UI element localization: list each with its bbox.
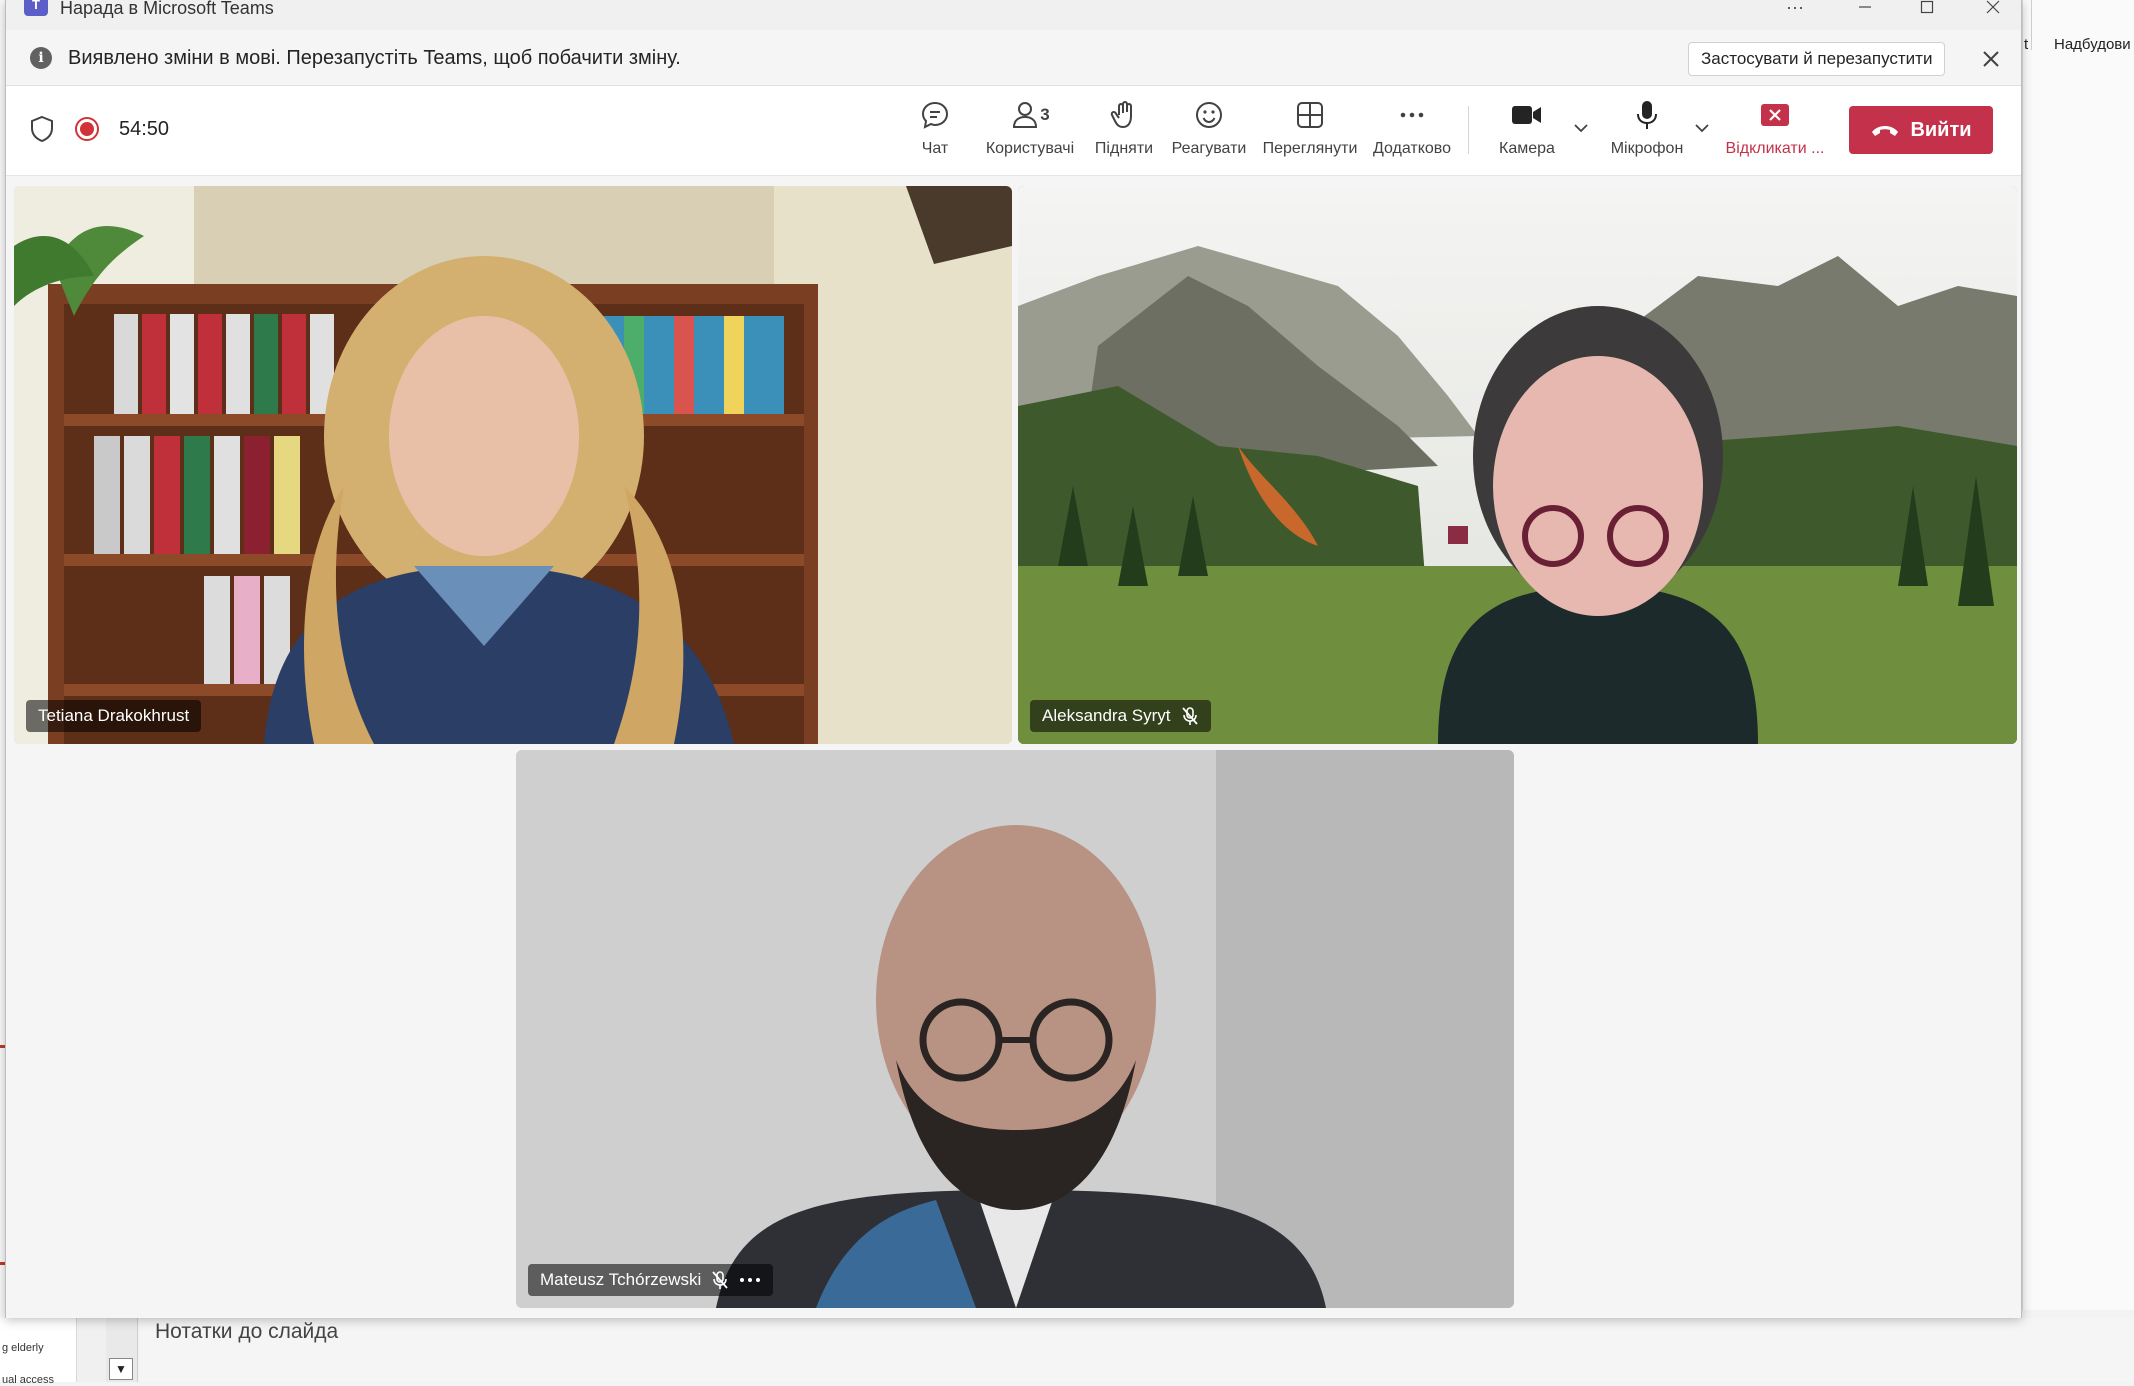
meeting-toolbar: 54:50 Чат 3 Користувачі Підняти Реагуват… <box>6 86 2021 176</box>
banner-message: Виявлено зміни в мові. Перезапустіть Tea… <box>68 47 681 69</box>
raise-hand-label: Підняти <box>1094 140 1154 157</box>
ribbon-fragment: t <box>2024 36 2029 53</box>
more-options-icon[interactable]: ··· <box>1772 0 1818 22</box>
recording-icon <box>74 116 100 142</box>
participant-name: Aleksandra Syryt <box>1042 706 1171 725</box>
microphone-icon <box>1630 98 1664 132</box>
stop-share-icon <box>1758 98 1792 132</box>
minimize-button[interactable] <box>1842 0 1888 22</box>
raise-hand-button[interactable]: Підняти <box>1088 98 1160 168</box>
camera-options-chevron-icon[interactable] <box>1571 118 1591 138</box>
participant-video-feed <box>1018 186 2017 744</box>
people-label: Користувачі <box>985 140 1075 157</box>
camera-button[interactable]: Камера <box>1492 98 1562 168</box>
microphone-options-chevron-icon[interactable] <box>1692 118 1712 138</box>
participant-count: 3 <box>1040 105 1050 124</box>
participant-name-tag: Tetiana Drakokhrust <box>26 700 202 732</box>
toolbar-divider <box>1468 106 1469 154</box>
view-label: Переглянути <box>1262 140 1358 157</box>
video-stage: Tetiana Drakokhrust Aleksandra Syryt Mat… <box>6 176 2021 1318</box>
ribbon-divider <box>2031 0 2032 50</box>
participant-video-tile[interactable]: Aleksandra Syryt <box>1018 186 2017 744</box>
info-icon: i <box>30 47 52 69</box>
thumbnail-text: ual access <box>2 1374 54 1386</box>
language-change-banner: i Виявлено зміни в мові. Перезапустіть T… <box>6 30 2021 86</box>
view-button[interactable]: Переглянути <box>1258 98 1362 168</box>
teams-logo-icon: T <box>24 0 48 16</box>
title-bar: T Нарада в Microsoft Teams ··· <box>6 0 2021 30</box>
scroll-down-icon[interactable]: ▼ <box>109 1358 133 1380</box>
teams-meeting-window: T Нарада в Microsoft Teams ··· i Виявлен… <box>5 0 2022 1318</box>
shield-icon[interactable] <box>28 114 56 144</box>
close-banner-icon[interactable] <box>1976 44 2006 74</box>
more-actions-button[interactable]: Додатково <box>1368 98 1456 168</box>
chat-icon <box>918 98 952 132</box>
people-button[interactable]: 3 Користувачі <box>978 98 1082 168</box>
close-window-button[interactable] <box>1970 0 2016 22</box>
ribbon-addins-button[interactable]: Надбудови <box>2054 36 2131 53</box>
participant-more-options-icon[interactable] <box>739 1276 761 1284</box>
meeting-timer: 54:50 <box>119 118 170 140</box>
background-app-ribbon <box>2022 0 2134 1310</box>
react-label: Реагувати <box>1171 140 1247 157</box>
maximize-button[interactable] <box>1904 0 1950 22</box>
apply-restart-button[interactable]: Застосувати й перезапустити <box>1688 42 1946 76</box>
people-icon: 3 <box>1000 98 1060 132</box>
participant-video-feed <box>516 750 1514 1308</box>
camera-icon <box>1510 98 1544 132</box>
leave-label: Вийти <box>1910 118 1972 141</box>
slide-notes-placeholder[interactable]: Нотатки до слайда <box>155 1320 338 1344</box>
participant-name: Tetiana Drakokhrust <box>38 706 190 725</box>
participant-video-tile[interactable]: Tetiana Drakokhrust <box>14 186 1012 744</box>
react-button[interactable]: Реагувати <box>1166 98 1252 168</box>
participant-video-feed <box>14 186 1012 744</box>
camera-label: Камера <box>1499 140 1555 157</box>
microphone-label: Мікрофон <box>1610 140 1684 157</box>
leave-meeting-button[interactable]: Вийти <box>1849 106 1993 154</box>
stop-sharing-button[interactable]: Відкликати ... <box>1720 98 1830 168</box>
participant-video-tile[interactable]: Mateusz Tchórzewski <box>516 750 1514 1308</box>
layout-grid-icon <box>1293 98 1327 132</box>
participant-name-tag: Aleksandra Syryt <box>1030 700 1211 732</box>
stop-sharing-label: Відкликати ... <box>1725 140 1825 157</box>
hangup-phone-icon <box>1872 126 1899 136</box>
emoji-icon <box>1192 98 1226 132</box>
ellipsis-icon <box>1395 98 1429 132</box>
participant-name: Mateusz Tchórzewski <box>540 1270 702 1289</box>
muted-mic-icon <box>1181 707 1198 725</box>
hand-icon <box>1107 98 1141 132</box>
window-title: Нарада в Microsoft Teams <box>60 0 274 18</box>
more-actions-label: Додатково <box>1372 140 1452 157</box>
chat-label: Чат <box>921 140 949 157</box>
chat-button[interactable]: Чат <box>896 98 974 168</box>
microphone-button[interactable]: Мікрофон <box>1602 98 1692 168</box>
slide-thumbnail-panel[interactable]: g elderly ual access <box>0 1318 77 1386</box>
muted-mic-icon <box>712 1271 728 1289</box>
participant-name-tag: Mateusz Tchórzewski <box>528 1264 774 1296</box>
slide-notes-area[interactable] <box>139 1318 2134 1382</box>
thumbnail-text: g elderly <box>2 1342 44 1354</box>
